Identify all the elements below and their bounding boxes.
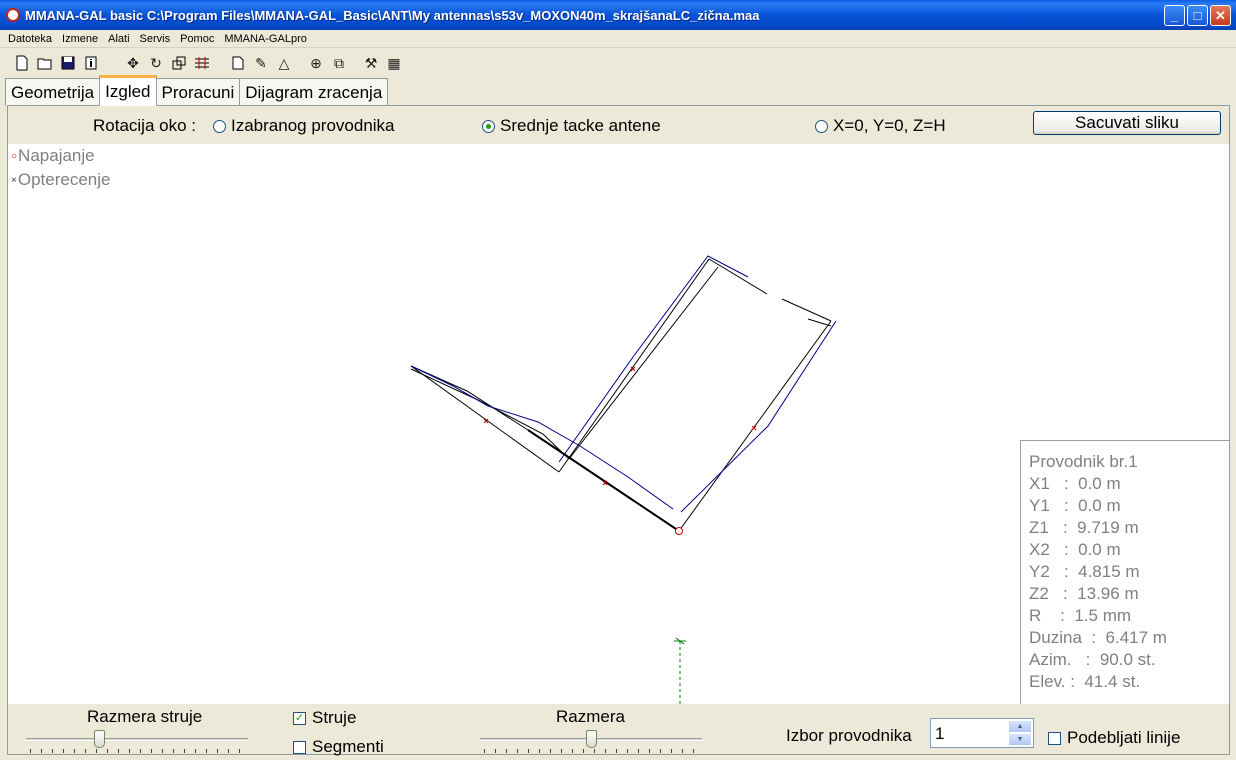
tab-geometrija[interactable]: Geometrija [5,78,101,106]
minimize-button[interactable]: _ [1164,5,1185,26]
tools-icon[interactable]: ⚒ [361,53,381,73]
app-icon [6,8,20,22]
radio-origin-label: X=0, Y=0, Z=H [833,116,946,135]
spin-up-button[interactable]: ▲ [1008,720,1032,733]
wire-edit-icon[interactable] [192,53,212,73]
scale-thumb[interactable] [586,730,597,748]
radio-selected-wire[interactable]: Izabranog provodnika [213,116,395,136]
save-image-button[interactable]: Sacuvati sliku [1033,111,1221,135]
current-scale-label: Razmera struje [87,707,203,726]
pencil-icon[interactable]: ✎ [251,53,271,73]
close-button[interactable]: ✕ [1210,5,1231,26]
maximize-button[interactable]: □ [1187,5,1208,26]
radio-origin-circle[interactable] [815,119,828,133]
wire-3 [410,365,560,473]
radio-origin[interactable]: X=0, Y=0, Z=H [815,116,946,136]
view-panel: Rotacija oko : Izabranog provodnika Sred… [7,105,1230,757]
radio-antenna-center-label: Srednje tacke antene [500,116,661,135]
scale-slider[interactable] [480,730,702,754]
bottom-controls: Razmera struje ✓ Struje Segmenti Razmera… [8,704,1229,757]
tab-strip: Geometrija Izgled Proracuni Dijagram zra… [5,75,389,106]
wire-info-x2: X2 : 0.0 m [1029,540,1121,559]
wire-select-value[interactable]: 1 [935,724,944,744]
rotation-bar: Rotacija oko : Izabranog provodnika Sred… [8,106,1229,144]
open-folder-icon[interactable] [35,53,55,73]
antenna-view-canvas[interactable]: ○ Napajanje × Opterecenje Provodnik br.1… [8,144,1229,704]
segmenti-checkbox-box[interactable] [293,740,306,754]
spin-down-button[interactable]: ▼ [1008,733,1032,746]
wire-7 [678,320,832,532]
menu-mmana-galpro[interactable]: MMANA-GALpro [219,33,312,45]
move-icon[interactable]: ✥ [123,53,143,73]
current-scale-ticks [30,749,244,753]
wire-info-elevation: Elev. : 41.4 st. [1029,672,1141,691]
menu-bar: Datoteka Izmene Alati Servis Pomoc MMANA… [0,30,1236,48]
title-bar: MMANA-GAL basic C:\Program Files\MMANA-G… [0,0,1236,30]
radio-antenna-center-circle[interactable] [482,119,495,133]
struje-label: Struje [312,708,357,727]
window-title: MMANA-GAL basic C:\Program Files\MMANA-G… [25,7,760,23]
wire-info-r: R : 1.5 mm [1029,606,1132,625]
document-icon[interactable] [228,53,248,73]
radio-antenna-center[interactable]: Srednje tacke antene [482,116,661,136]
wire-6 [781,298,832,322]
bold-lines-label: Podebljati linije [1067,728,1181,747]
rotate-icon[interactable]: ↻ [146,53,166,73]
scale-ticks [484,749,698,753]
struje-checkbox-box[interactable]: ✓ [293,711,306,725]
bold-lines-checkbox-box[interactable] [1048,731,1061,745]
current-curve-3 [680,320,837,513]
wire-info-title: Provodnik br.1 [1029,452,1138,471]
wire-info-z2: Z2 : 13.96 m [1029,584,1139,603]
menu-izmene[interactable]: Izmene [57,33,103,45]
segmenti-checkbox[interactable]: Segmenti [293,737,384,757]
feed-point-marker [675,527,683,535]
info-icon[interactable] [81,53,101,73]
current-distribution [410,255,837,513]
wire-info-y1: Y1 : 0.0 m [1029,496,1121,515]
wire-info-length: Duzina : 6.417 m [1029,628,1167,647]
wire-info-x1: X1 : 0.0 m [1029,474,1121,493]
radio-selected-wire-label: Izabranog provodnika [231,116,395,135]
scale-label: Razmera [556,707,625,726]
current-scale-thumb[interactable] [94,730,105,748]
radio-selected-wire-circle[interactable] [213,119,226,133]
wire-4 [558,258,710,473]
current-scale-slider[interactable] [26,730,248,754]
wire-info-box: Provodnik br.1 X1 : 0.0 m Y1 : 0.0 m Z1 … [1020,440,1229,704]
wire-2 [410,365,529,431]
crosshair-icon[interactable]: ⊕ [306,53,326,73]
save-icon[interactable] [58,53,78,73]
tab-izgled[interactable]: Izgled [99,75,157,106]
menu-pomoc[interactable]: Pomoc [175,33,219,45]
struje-checkbox[interactable]: ✓ Struje [293,708,356,728]
bold-lines-checkbox[interactable]: Podebljati linije [1048,728,1180,748]
copy-icon[interactable]: ⧉ [329,53,349,73]
ground-indicator [674,637,686,704]
triangle-icon[interactable]: △ [274,53,294,73]
selected-wire [527,429,680,532]
segmenti-label: Segmenti [312,737,384,756]
toolbar: ✥ ↻ ✎ △ ⊕ ⧉ ⚒ ▦ [0,50,1236,76]
wire-10 [807,318,832,327]
wire-select-spinner[interactable]: 1 ▲ ▼ [930,718,1034,748]
scale-icon[interactable] [169,53,189,73]
wire-info-azimuth: Azim. : 90.0 st. [1029,650,1156,669]
tab-dijagram-zracenja[interactable]: Dijagram zracenja [239,78,389,106]
new-file-icon[interactable] [12,53,32,73]
wire-5 [708,258,768,295]
wire-info-y2: Y2 : 4.815 m [1029,562,1140,581]
calculator-icon[interactable]: ▦ [384,53,404,73]
rotation-label: Rotacija oko : [93,116,196,135]
menu-alati[interactable]: Alati [103,33,134,45]
menu-servis[interactable]: Servis [135,33,176,45]
wire-info-z1: Z1 : 9.719 m [1029,518,1139,537]
wires [410,258,832,532]
wire-select-label: Izbor provodnika [786,726,912,745]
menu-datoteka[interactable]: Datoteka [3,33,57,45]
current-scale-track [26,738,248,741]
tab-proracuni[interactable]: Proracuni [155,78,241,106]
wire-9 [568,266,719,460]
